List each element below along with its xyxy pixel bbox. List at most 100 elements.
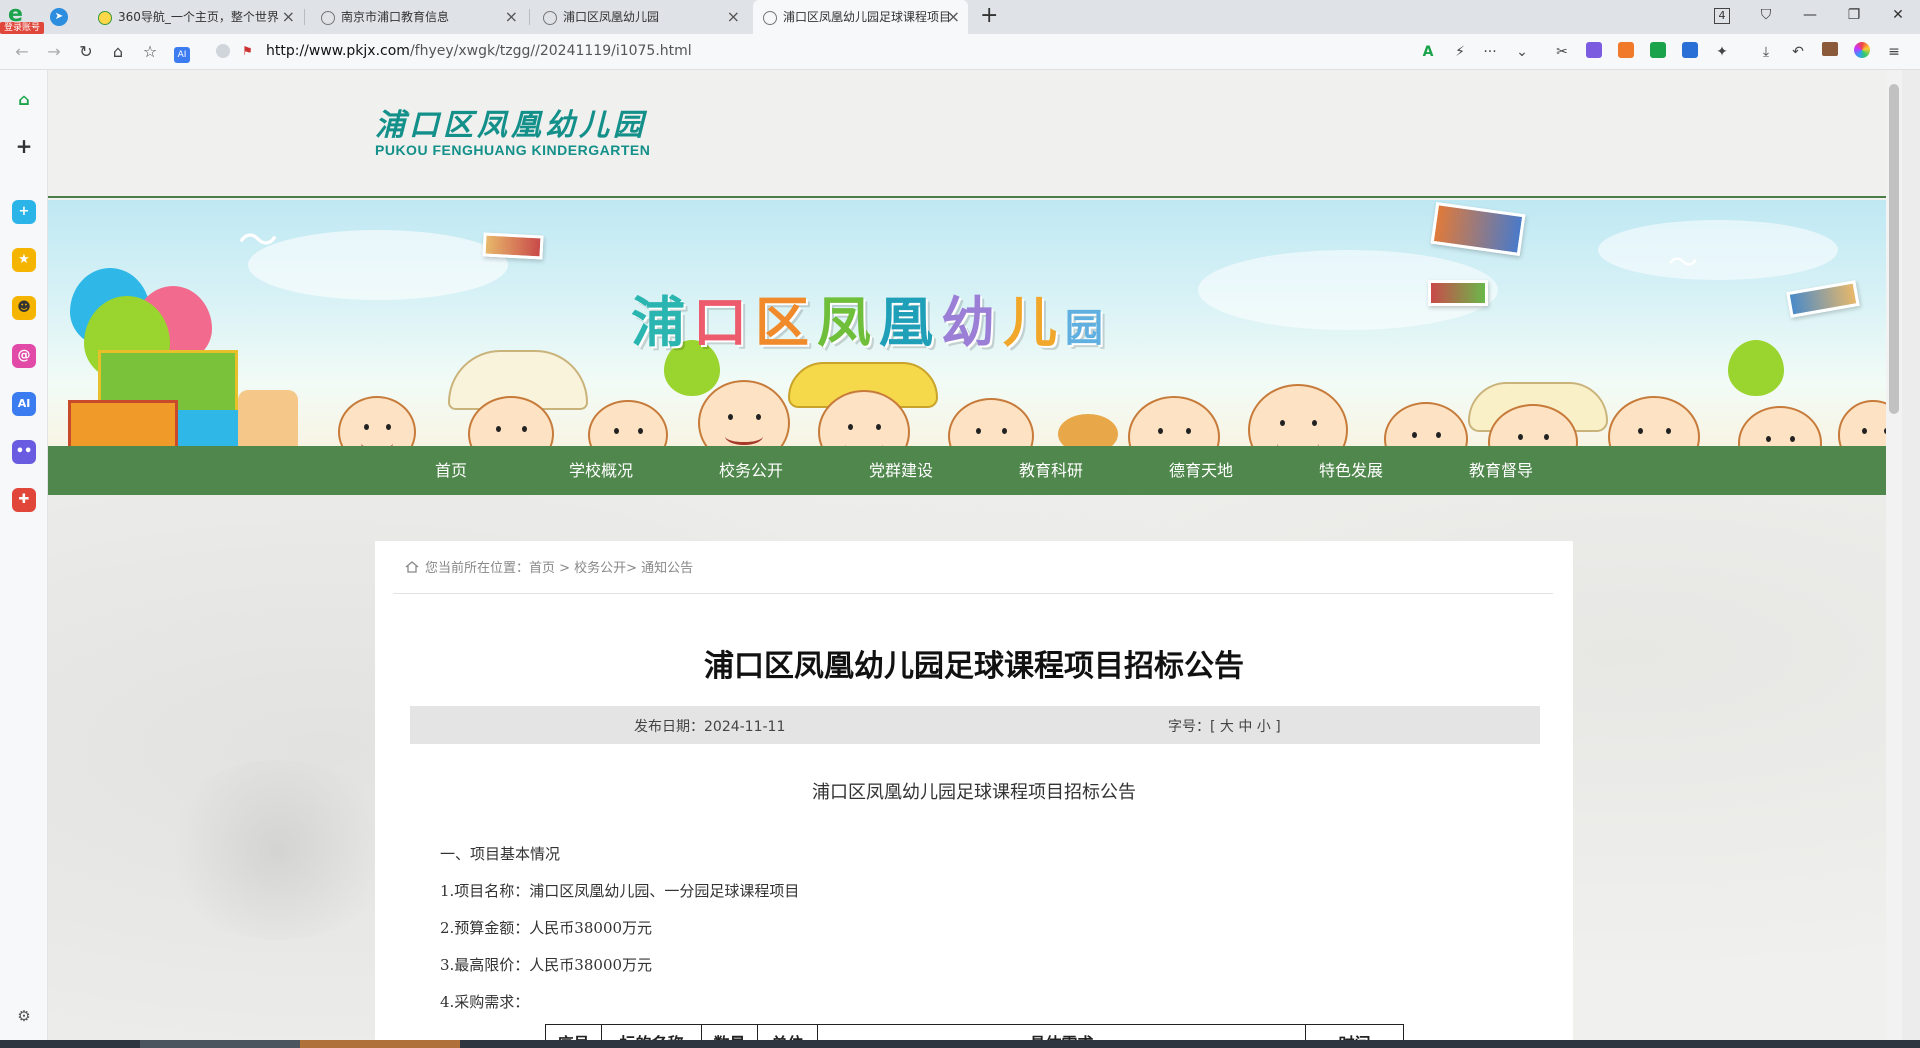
banner-char: 园 — [1065, 306, 1112, 350]
taskbar-item[interactable] — [140, 1040, 300, 1048]
nav-home[interactable]: 首页 — [381, 446, 521, 495]
paragraph: 3.最高限价：人民币38000万元 — [440, 956, 653, 974]
nav-featured-development[interactable]: 特色发展 — [1281, 446, 1421, 495]
site-logo-chinese[interactable]: 浦口区凤凰幼儿园 — [375, 100, 647, 144]
tab-360-navigation[interactable]: 360导航_一个主页，整个世界 × — [88, 0, 303, 34]
nav-school-affairs[interactable]: 校务公开 — [681, 446, 821, 495]
cloud-graphic — [248, 230, 508, 300]
tab-title: 浦口区凤凰幼儿园 — [563, 10, 660, 24]
menu-icon[interactable]: ≡ — [1884, 42, 1904, 62]
star-app-icon[interactable]: ★ — [12, 248, 36, 272]
forward-icon[interactable]: → — [42, 40, 66, 64]
home-icon — [405, 561, 419, 573]
nav-school-overview[interactable]: 学校概况 — [531, 446, 671, 495]
balloon-graphic — [1728, 340, 1784, 396]
site-header: 浦口区凤凰幼儿园 PUKOU FENGHUANG KINDERGARTEN — [48, 70, 1902, 198]
table-header: 标的名称 — [601, 1024, 702, 1040]
table-header-row: 序号 标的名称 数量 单位 具体需求 时间 — [545, 1024, 1404, 1040]
scroll-thumb[interactable] — [1889, 84, 1899, 414]
tab-kindergarten[interactable]: 浦口区凤凰幼儿园 × — [533, 0, 748, 34]
minimize-icon[interactable]: — — [1788, 0, 1832, 34]
banner-char: 区 — [755, 291, 817, 354]
ai-icon[interactable]: AI — [170, 40, 194, 64]
globe-icon — [763, 11, 777, 25]
ai-chat-icon[interactable]: @ — [12, 344, 36, 368]
cupcake-graphic — [238, 390, 298, 446]
close-window-icon[interactable]: ✕ — [1876, 0, 1920, 34]
article-title: 浦口区凤凰幼儿园足球课程项目招标公告 — [704, 649, 1244, 684]
browser-logo[interactable]: e 登录账号 — [0, 0, 44, 34]
tab-title: 浦口区凤凰幼儿园足球课程项目 — [783, 10, 952, 24]
download-icon[interactable]: ⤓ — [1756, 42, 1776, 62]
photo-thumbnail — [1430, 201, 1526, 257]
extensions-icon[interactable]: ✦ — [1712, 42, 1732, 62]
more-icon[interactable]: ··· — [1480, 42, 1500, 62]
table-header: 单位 — [757, 1024, 818, 1040]
url-field[interactable]: ⚑ http://www.pkjx.com/fhyey/xwgk/tzgg//2… — [208, 39, 1408, 65]
page-scrollbar[interactable] — [1886, 70, 1902, 1040]
nav-moral-education[interactable]: 德育天地 — [1131, 446, 1271, 495]
game-icon[interactable] — [1616, 42, 1636, 62]
tab-pukou-education[interactable]: 南京市浦口教育信息 × — [311, 0, 526, 34]
home-icon[interactable]: ⌂ — [106, 40, 130, 64]
tab-count-button[interactable]: 4 — [1700, 0, 1744, 34]
translate-icon[interactable] — [1584, 42, 1604, 62]
close-icon[interactable]: × — [727, 0, 740, 34]
send-icon[interactable]: ➤ — [50, 8, 68, 26]
url-text[interactable]: http://www.pkjx.com/fhyey/xwgk/tzgg//202… — [266, 43, 692, 59]
tab-title: 360导航_一个主页，整个世界 — [118, 10, 279, 24]
lightning-icon[interactable]: ⚡ — [1450, 42, 1470, 62]
banner-char: 浦 — [631, 291, 693, 354]
nav-party-building[interactable]: 党群建设 — [831, 446, 971, 495]
chevron-down-icon[interactable]: ⌄ — [1512, 42, 1532, 62]
undo-icon[interactable]: ↶ — [1788, 42, 1808, 62]
site-banner: 〜 〜 浦口区凤凰幼儿园 — [48, 200, 1902, 446]
tab-divider — [529, 9, 530, 25]
close-icon[interactable]: × — [505, 0, 518, 34]
banner-title: 浦口区凤凰幼儿园 — [631, 278, 1111, 357]
gamepad-icon[interactable]: ✚ — [12, 488, 36, 512]
taskbar-item[interactable] — [300, 1040, 460, 1048]
breadcrumb-text[interactable]: 您当前所在位置：首页 > 校务公开> 通知公告 — [425, 561, 693, 576]
main-nav: 首页 学校概况 校务公开 党群建设 教育科研 德育天地 特色发展 教育督导 — [48, 446, 1902, 495]
login-badge[interactable]: 登录账号 — [0, 22, 44, 34]
reload-icon[interactable]: ↻ — [74, 40, 98, 64]
cartoon-kid — [338, 396, 416, 446]
word-icon[interactable] — [1680, 42, 1700, 62]
address-bar: ← → ↻ ⌂ ☆ AI ⚑ http://www.pkjx.com/fhyey… — [0, 34, 1920, 70]
banner-char: 凰 — [879, 291, 941, 354]
close-icon[interactable]: × — [947, 0, 960, 34]
font-size-switcher[interactable]: 字号：[ 大 中 小 ] — [1168, 716, 1281, 736]
back-icon[interactable]: ← — [10, 40, 34, 64]
ai-app-icon[interactable]: AI — [12, 392, 36, 416]
tab-count: 4 — [1714, 8, 1730, 24]
requirements-table: 序号 标的名称 数量 单位 具体需求 时间 — [545, 1024, 1404, 1040]
read-aloud-icon[interactable]: A — [1418, 42, 1438, 62]
cartoon-kid — [1384, 402, 1468, 446]
security-icon[interactable] — [216, 44, 230, 58]
plus-app-icon[interactable]: + — [12, 200, 36, 224]
favorites-icon[interactable]: ☆ — [138, 40, 162, 64]
scissors-icon[interactable]: ✂ — [1552, 42, 1572, 62]
tab-divider — [304, 9, 305, 25]
new-tab-button[interactable]: + — [980, 3, 998, 28]
robot-app-icon[interactable]: ☻ — [12, 296, 36, 320]
site-logo-english[interactable]: PUKOU FENGHUANG KINDERGARTEN — [375, 142, 650, 158]
breadcrumb: 您当前所在位置：首页 > 校务公开> 通知公告 — [405, 557, 693, 576]
wechat-icon[interactable] — [1648, 42, 1668, 62]
tab-football-tender[interactable]: 浦口区凤凰幼儿园足球课程项目 × — [753, 0, 968, 34]
close-icon[interactable]: × — [282, 0, 295, 34]
restore-icon[interactable]: ❐ — [1832, 0, 1876, 34]
browser-tab-bar: e 登录账号 ➤ 360导航_一个主页，整个世界 × 南京市浦口教育信息 × 浦… — [0, 0, 1920, 34]
add-icon[interactable]: + — [12, 134, 36, 158]
briefcase-icon[interactable] — [1820, 42, 1840, 62]
not-secure-icon[interactable]: ⚑ — [242, 44, 258, 60]
nav-research[interactable]: 教育科研 — [981, 446, 1121, 495]
shirt-icon[interactable]: ⛉ — [1744, 0, 1788, 34]
settings-icon[interactable]: ⚙ — [12, 1004, 36, 1028]
color-wheel-icon[interactable] — [1852, 42, 1872, 62]
nav-supervision[interactable]: 教育督导 — [1431, 446, 1571, 495]
home-icon[interactable]: ⌂ — [12, 88, 36, 112]
bot-app-icon[interactable]: •• — [12, 440, 36, 464]
globe-icon — [543, 11, 557, 25]
